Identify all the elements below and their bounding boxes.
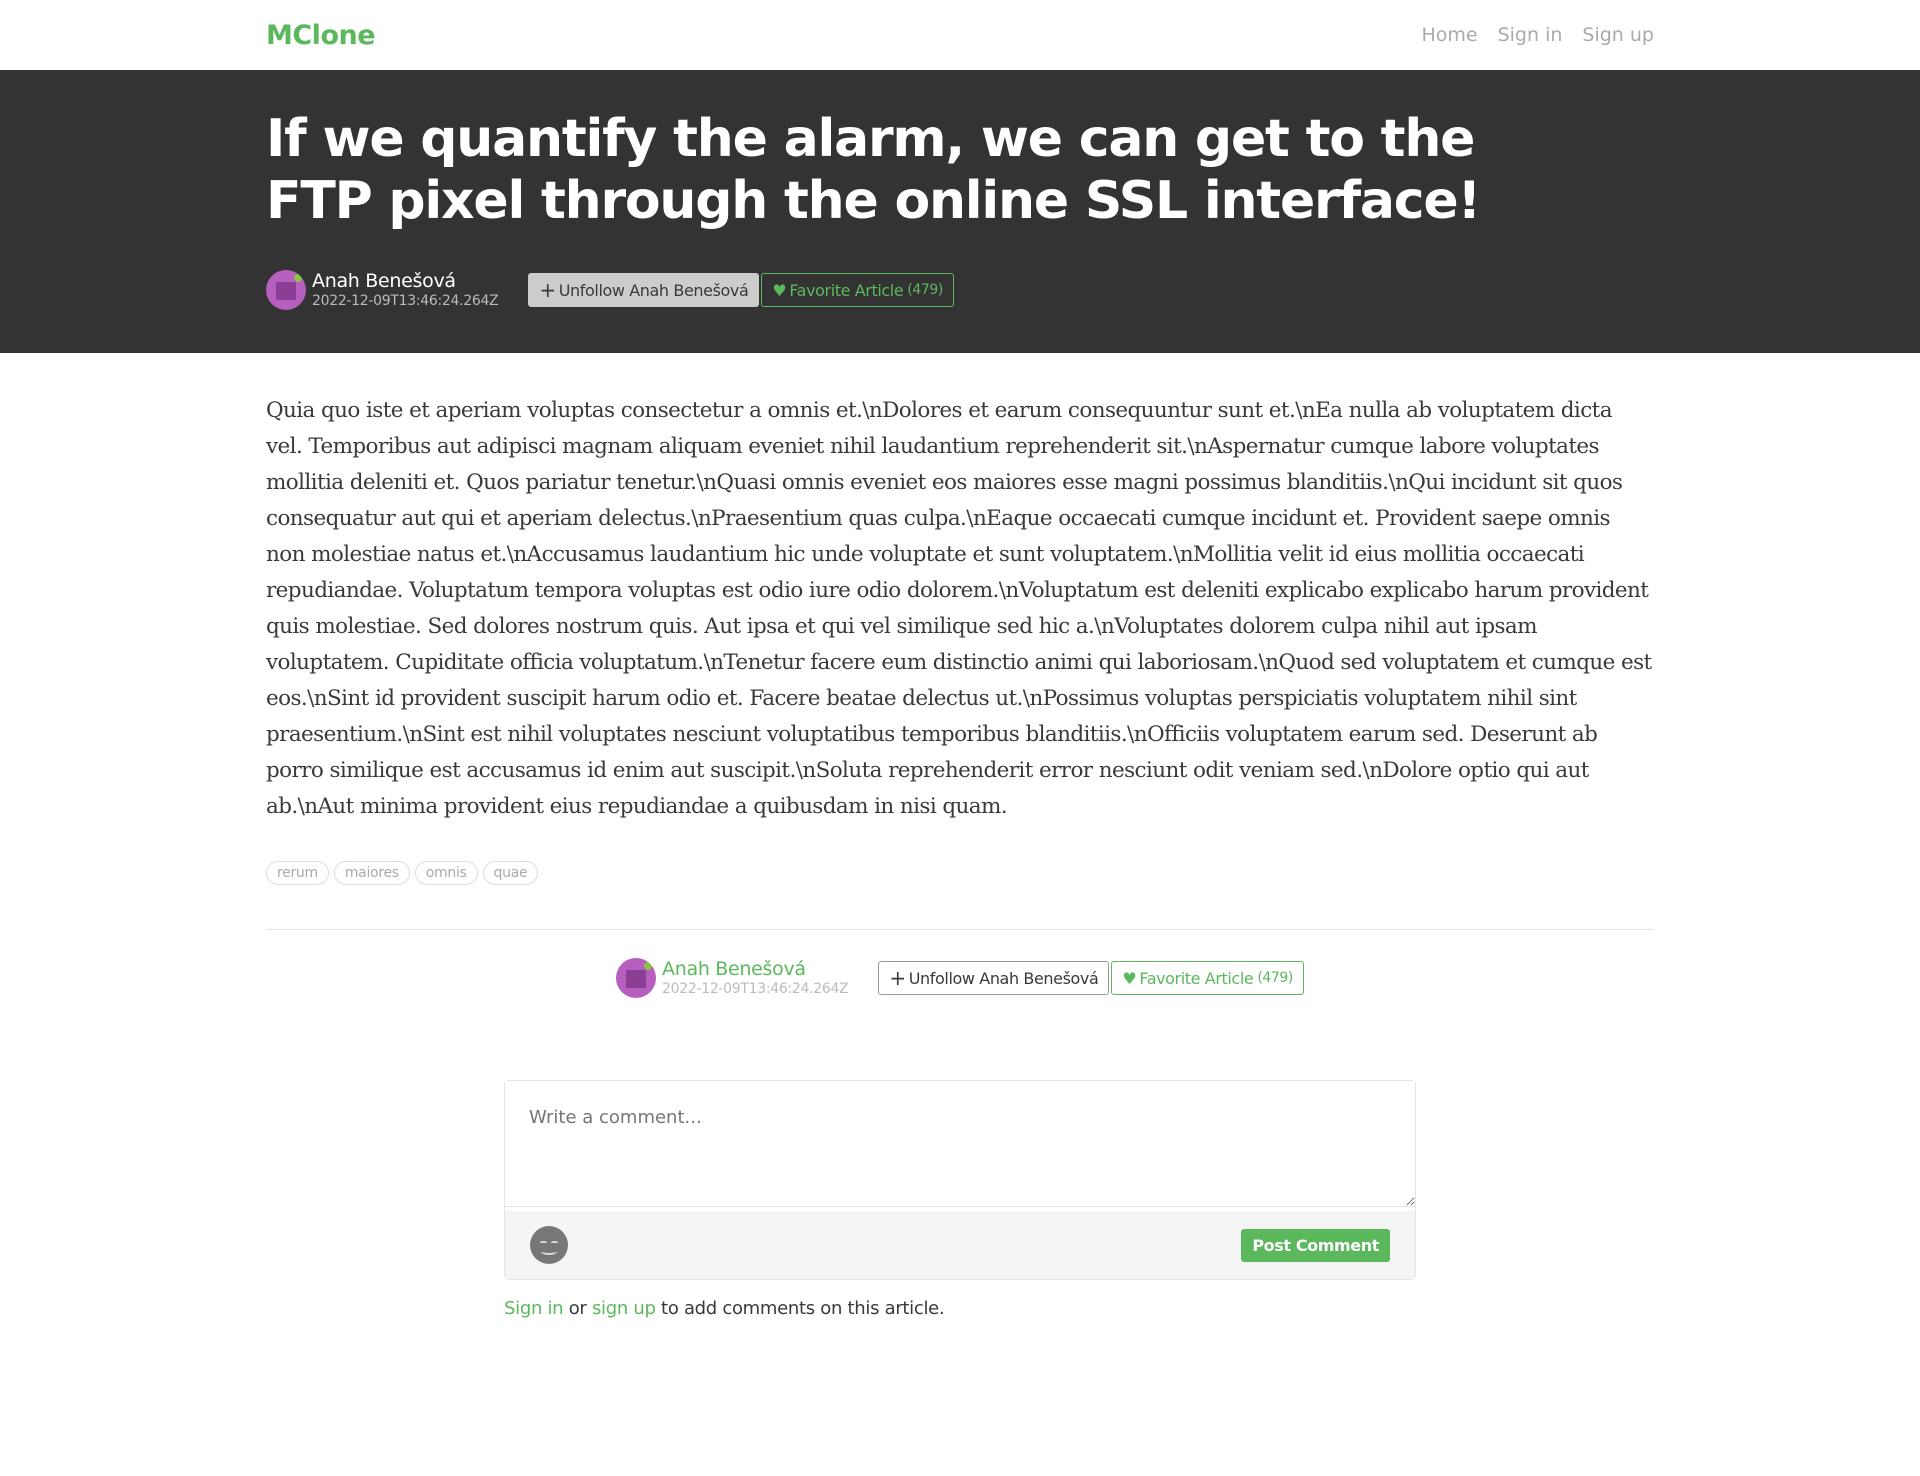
signin-note: Sign in or sign up to add comments on th… — [504, 1298, 1416, 1319]
favorite-button[interactable]: ♥ Favorite Article (479) — [1111, 961, 1304, 995]
smiley-avatar-icon — [530, 1226, 568, 1264]
author-name[interactable]: Anah Benešová — [662, 958, 848, 980]
article-page: Quia quo iste et aperiam voluptas consec… — [266, 393, 1654, 1319]
tag-list: rerum maiores omnis quae — [266, 861, 1654, 885]
tag-pill: rerum — [266, 861, 329, 885]
heart-icon: ♥ — [1122, 968, 1137, 988]
nav-signin-link[interactable]: Sign in — [1498, 24, 1563, 46]
plus-icon: + — [539, 278, 556, 302]
author-avatar[interactable] — [266, 270, 306, 310]
nav-home-link[interactable]: Home — [1421, 24, 1477, 46]
author-avatar[interactable] — [616, 958, 657, 998]
comment-footer: Post Comment — [505, 1211, 1415, 1279]
article-date: 2022-12-09T13:46:24.264Z — [312, 293, 499, 309]
signin-link[interactable]: Sign in — [504, 1298, 564, 1319]
favorite-label: Favorite Article — [789, 280, 904, 300]
brand-logo[interactable]: MClone — [266, 20, 376, 51]
divider — [266, 929, 1654, 930]
plus-icon: + — [889, 966, 906, 990]
unfollow-button[interactable]: + Unfollow Anah Benešová — [878, 961, 1110, 995]
author-info: Anah Benešová 2022-12-09T13:46:24.264Z — [662, 958, 849, 998]
heart-icon: ♥ — [772, 280, 787, 300]
unfollow-label: Unfollow Anah Benešová — [908, 968, 1099, 988]
tag-pill: omnis — [414, 861, 478, 885]
favorite-label: Favorite Article — [1139, 968, 1254, 988]
author-name[interactable]: Anah Benešová — [312, 270, 498, 292]
nav-signup-link[interactable]: Sign up — [1582, 24, 1654, 46]
navbar: MClone Home Sign in Sign up — [0, 0, 1920, 70]
article-title: If we quantify the alarm, we can get to … — [266, 109, 1481, 231]
signup-link[interactable]: sign up — [592, 1298, 656, 1319]
post-comment-button[interactable]: Post Comment — [1241, 1228, 1390, 1262]
or-text: or — [563, 1298, 592, 1319]
favorite-count: (479) — [1257, 970, 1293, 986]
comment-form: Post Comment — [504, 1080, 1416, 1280]
article-meta: Anah Benešová 2022-12-09T13:46:24.264Z +… — [266, 270, 1654, 310]
article-body: Quia quo iste et aperiam voluptas consec… — [266, 398, 1652, 819]
favorite-button[interactable]: ♥ Favorite Article (479) — [761, 273, 954, 307]
nav-links: Home Sign in Sign up — [1421, 24, 1654, 46]
signin-suffix: to add comments on this article. — [655, 1298, 945, 1319]
article-banner: If we quantify the alarm, we can get to … — [0, 70, 1920, 353]
author-info: Anah Benešová 2022-12-09T13:46:24.264Z — [312, 270, 499, 310]
unfollow-label: Unfollow Anah Benešová — [558, 280, 749, 300]
comment-input[interactable] — [505, 1081, 1415, 1207]
tag-pill: quae — [482, 861, 539, 885]
tag-pill: maiores — [333, 861, 410, 885]
favorite-count: (479) — [907, 282, 943, 298]
article-actions: Anah Benešová 2022-12-09T13:46:24.264Z +… — [266, 958, 1654, 998]
article-date: 2022-12-09T13:46:24.264Z — [662, 981, 849, 997]
unfollow-button[interactable]: + Unfollow Anah Benešová — [528, 273, 760, 307]
comment-section: Post Comment Sign in or sign up to add c… — [504, 1080, 1416, 1319]
